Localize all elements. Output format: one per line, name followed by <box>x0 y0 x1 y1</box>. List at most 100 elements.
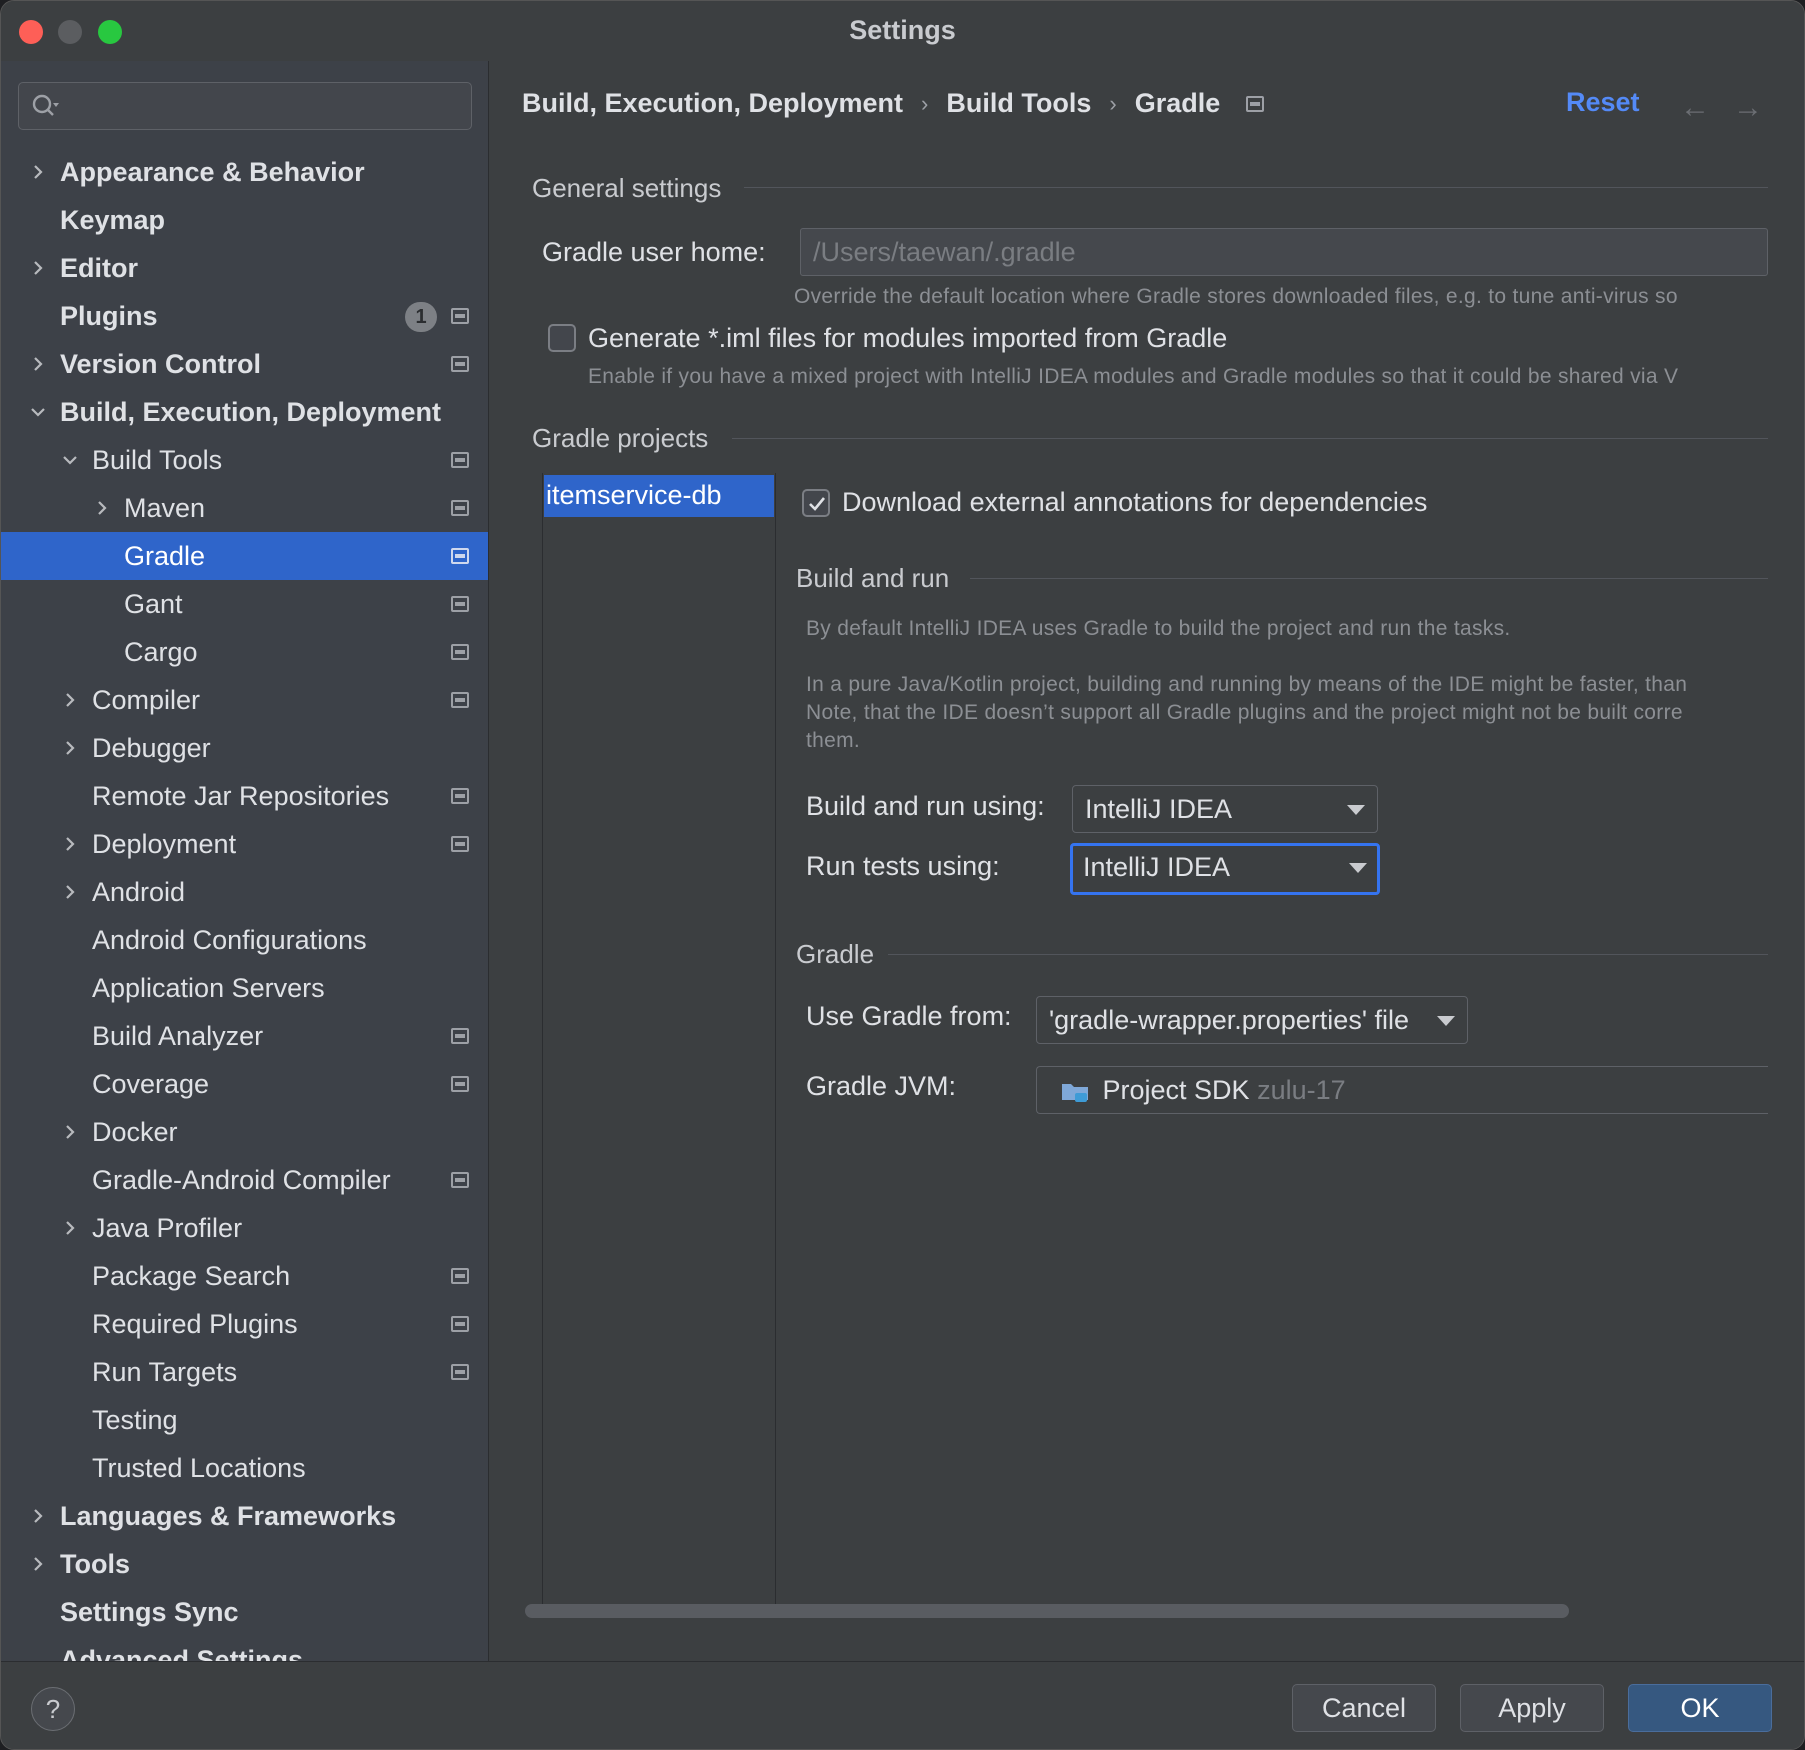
gradle-user-home-input[interactable]: /Users/taewan/.gradle <box>800 228 1768 276</box>
sidebar-item-keymap[interactable]: Keymap <box>1 196 488 244</box>
gradle-user-home-label: Gradle user home: <box>542 237 766 267</box>
sidebar-item-gant[interactable]: Gant <box>1 580 488 628</box>
sidebar-item-testing[interactable]: Testing <box>1 1396 488 1444</box>
gradle-jvm-value: Project SDK <box>1102 1075 1250 1105</box>
gradle-user-home-hint: Override the default location where Grad… <box>794 285 1678 308</box>
sidebar-item-label: Application Servers <box>92 973 325 1003</box>
sidebar-item-build-execution-deployment[interactable]: Build, Execution, Deployment <box>1 388 488 436</box>
sidebar-item-trusted-locations[interactable]: Trusted Locations <box>1 1444 488 1492</box>
sidebar-item-java-profiler[interactable]: Java Profiler <box>1 1204 488 1252</box>
help-button[interactable]: ? <box>31 1687 75 1731</box>
sidebar-item-compiler[interactable]: Compiler <box>1 676 488 724</box>
sidebar-item-label: Package Search <box>92 1261 291 1291</box>
chevron-right-icon[interactable] <box>29 1555 47 1573</box>
chevron-right-icon[interactable] <box>61 883 79 901</box>
chevron-right-icon[interactable] <box>29 163 47 181</box>
forward-arrow-icon[interactable]: → <box>1733 91 1763 125</box>
sidebar-item-label: Version Control <box>60 349 262 379</box>
sidebar-item-gradle[interactable]: Gradle <box>1 532 488 580</box>
sidebar-item-label: Cargo <box>124 637 198 667</box>
chevron-right-icon[interactable] <box>61 691 79 709</box>
sidebar-item-run-targets[interactable]: Run Targets <box>1 1348 488 1396</box>
sidebar-item-application-servers[interactable]: Application Servers <box>1 964 488 1012</box>
chevron-right-icon[interactable] <box>29 355 47 373</box>
sidebar-item-label: Testing <box>92 1405 178 1435</box>
sidebar-item-label: Required Plugins <box>92 1309 298 1339</box>
generate-iml-checkbox[interactable] <box>548 324 576 352</box>
chevron-right-icon[interactable] <box>61 835 79 853</box>
sidebar-item-label: Java Profiler <box>92 1213 243 1243</box>
sidebar-item-package-search[interactable]: Package Search <box>1 1252 488 1300</box>
sidebar-item-label: Editor <box>60 253 138 283</box>
project-settings-icon <box>451 692 469 708</box>
sidebar-item-label: Build Analyzer <box>92 1021 264 1051</box>
download-annotations-checkbox[interactable] <box>802 489 830 517</box>
sidebar-item-android-configurations[interactable]: Android Configurations <box>1 916 488 964</box>
reset-link[interactable]: Reset <box>1566 87 1640 118</box>
sidebar-item-cargo[interactable]: Cargo <box>1 628 488 676</box>
back-arrow-icon[interactable]: ← <box>1680 91 1710 125</box>
cancel-button[interactable]: Cancel <box>1292 1684 1436 1732</box>
sidebar-item-advanced-settings[interactable]: Advanced Settings <box>1 1636 488 1661</box>
sidebar-item-build-tools[interactable]: Build Tools <box>1 436 488 484</box>
sidebar-item-label: Remote Jar Repositories <box>92 781 390 811</box>
apply-button[interactable]: Apply <box>1460 1684 1604 1732</box>
chevron-down-icon <box>1347 805 1365 815</box>
sidebar-item-plugins[interactable]: Plugins 1 <box>1 292 488 340</box>
folder-icon <box>1062 1083 1088 1102</box>
use-gradle-from-dropdown[interactable]: 'gradle-wrapper.properties' file <box>1036 996 1468 1044</box>
sidebar-item-gradle-android-compiler[interactable]: Gradle-Android Compiler <box>1 1156 488 1204</box>
project-settings-icon <box>451 548 469 564</box>
sidebar-item-settings-sync[interactable]: Settings Sync <box>1 1588 488 1636</box>
sidebar-item-label: Android <box>92 877 186 907</box>
horizontal-scrollbar[interactable] <box>525 1604 1569 1618</box>
sidebar-item-label: Gant <box>124 589 183 619</box>
sidebar-item-tools[interactable]: Tools <box>1 1540 488 1588</box>
sidebar-item-coverage[interactable]: Coverage <box>1 1060 488 1108</box>
chevron-right-icon[interactable] <box>61 739 79 757</box>
build-run-description: In a pure Java/Kotlin project, building … <box>806 673 1688 696</box>
breadcrumb-separator: › <box>1109 90 1117 116</box>
sidebar-item-version-control[interactable]: Version Control <box>1 340 488 388</box>
sidebar-item-appearance-behavior[interactable]: Appearance & Behavior <box>1 148 488 196</box>
sidebar-item-docker[interactable]: Docker <box>1 1108 488 1156</box>
sidebar-item-required-plugins[interactable]: Required Plugins <box>1 1300 488 1348</box>
build-run-using-value: IntelliJ IDEA <box>1085 794 1233 824</box>
section-divider <box>888 954 1768 955</box>
sidebar-item-remote-jar-repositories[interactable]: Remote Jar Repositories <box>1 772 488 820</box>
sidebar-item-deployment[interactable]: Deployment <box>1 820 488 868</box>
sidebar-item-android[interactable]: Android <box>1 868 488 916</box>
breadcrumb-item-gradle: Gradle <box>1134 88 1221 119</box>
build-run-description: them. <box>806 729 861 752</box>
ok-button[interactable]: OK <box>1628 1684 1772 1732</box>
project-item-itemservice-db[interactable]: itemservice-db <box>544 475 774 517</box>
chevron-down-icon[interactable] <box>61 451 79 469</box>
chevron-right-icon[interactable] <box>93 499 111 517</box>
generate-iml-hint: Enable if you have a mixed project with … <box>588 365 1679 388</box>
chevron-right-icon[interactable] <box>29 1507 47 1525</box>
breadcrumb-item-build-execution-deployment[interactable]: Build, Execution, Deployment <box>522 88 903 119</box>
project-settings-icon <box>451 788 469 804</box>
sidebar-item-editor[interactable]: Editor <box>1 244 488 292</box>
sidebar-item-build-analyzer[interactable]: Build Analyzer <box>1 1012 488 1060</box>
search-input[interactable] <box>18 82 472 130</box>
use-gradle-from-value: 'gradle-wrapper.properties' file <box>1049 1005 1409 1035</box>
project-settings-icon <box>451 356 469 372</box>
general-settings-title: General settings <box>532 173 722 203</box>
sidebar-item-maven[interactable]: Maven <box>1 484 488 532</box>
build-run-using-dropdown[interactable]: IntelliJ IDEA <box>1072 785 1378 833</box>
chevron-down-icon <box>1437 1016 1455 1026</box>
gradle-projects-list: itemservice-db <box>542 473 776 1613</box>
sidebar-item-label: Deployment <box>92 829 237 859</box>
sidebar-item-languages-frameworks[interactable]: Languages & Frameworks <box>1 1492 488 1540</box>
settings-sidebar: Appearance & Behavior Keymap Editor Plugins… <box>1 61 489 1661</box>
chevron-right-icon[interactable] <box>29 259 47 277</box>
gradle-jvm-dropdown[interactable]: Project SDK zulu-17 <box>1036 1066 1768 1114</box>
sidebar-item-label: Keymap <box>60 205 166 235</box>
breadcrumb-item-build-tools[interactable]: Build Tools <box>946 88 1091 119</box>
run-tests-using-dropdown[interactable]: IntelliJ IDEA <box>1070 843 1380 895</box>
chevron-down-icon[interactable] <box>29 403 47 421</box>
chevron-right-icon[interactable] <box>61 1123 79 1141</box>
sidebar-item-debugger[interactable]: Debugger <box>1 724 488 772</box>
chevron-right-icon[interactable] <box>61 1219 79 1237</box>
